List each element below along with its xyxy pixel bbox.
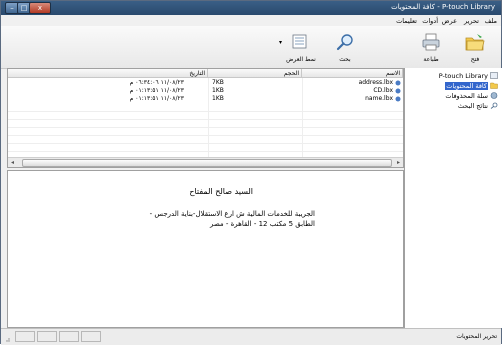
file-size-cell: 1KB [212,95,224,102]
table-row[interactable]: CD.lbx 1KB ١١/٠٨/٢٣ ٠١:١٣:٥١ م [8,87,403,95]
file-size-cell: 1KB [212,87,224,94]
tree-root[interactable]: P-touch Library [439,71,498,80]
file-name-cell: name.lbx [302,95,403,103]
open-folder-icon [465,34,485,51]
column-header-size[interactable]: الحجم [208,69,302,78]
row-divider [8,119,403,120]
file-size-cell: 7KB [212,79,224,86]
file-date-cell: ١١/٠٨/٢٣ ٠١:١٣:٥١ م [129,87,184,94]
tree-item-search-results[interactable]: نتائج البحث [458,101,498,110]
library-tree: P-touch Library كافة المحتويات سلة المحذ… [404,68,502,328]
column-header-date[interactable]: التاريخ [8,69,208,78]
file-name-cell: address.lbx [302,79,403,87]
title-bar[interactable]: – □ x P-touch Library - كافة المحتويات [1,1,501,15]
menu-help[interactable]: تعليمات [396,17,417,25]
file-list: الاسم الحجم التاريخ address.lbx 7KB ١١/٠… [7,68,404,168]
horizontal-scrollbar[interactable]: ◂ ▸ [8,157,403,167]
row-divider [8,111,403,112]
resize-grip-icon[interactable] [4,336,10,342]
close-button[interactable]: x [29,2,51,14]
tree-item-label: سلة المحذوفات [445,91,488,100]
status-cell [15,331,35,342]
status-cell [81,331,101,342]
label-file-icon [395,80,401,85]
menu-tools[interactable]: أدوات [422,17,438,25]
view-style-label: نمط العرض [286,56,316,63]
column-header-name[interactable]: الاسم [302,69,403,78]
file-name: address.lbx [358,79,394,86]
scroll-left-icon[interactable]: ◂ [8,158,17,167]
toolbar: فتح طباعة بحث ▾ نمط العرض [1,26,501,69]
folder-icon [490,82,498,89]
view-style-icon [292,34,307,49]
file-date-cell: ١١/٠٨/٢٣ ٠٦:٣٤:٠٦ م [129,79,184,86]
table-row[interactable]: name.lbx 1KB ١١/٠٨/٢٣ ٠١:١٣:٥١ م [8,95,403,103]
tree-item-label: كافة المحتويات [445,81,488,90]
search-results-icon [490,102,498,109]
scrollbar-thumb[interactable] [22,159,392,167]
row-divider [8,151,403,152]
search-label: بحث [339,56,351,63]
open-label: فتح [470,56,480,63]
search-button[interactable]: بحث [325,30,365,64]
menu-file[interactable]: ملف [485,17,497,25]
status-bar: تحرير المحتويات [1,328,501,345]
label-file-icon [395,96,401,101]
preview-heading: السيد صالح المفتاح [189,187,253,196]
tree-item-recycle-bin[interactable]: سلة المحذوفات [445,91,498,100]
status-cell [37,331,57,342]
menu-edit[interactable]: تحرير [464,17,479,25]
print-label: طباعة [423,56,439,63]
file-date-cell: ١١/٠٨/٢٣ ٠١:١٣:٥١ م [129,95,184,102]
status-text: تحرير المحتويات [456,333,497,340]
file-name: CD.lbx [373,87,394,94]
window-title: P-touch Library - كافة المحتويات [391,3,495,11]
label-preview: السيد صالح المفتاح الجريبة للخدمات المال… [7,170,404,328]
status-cell [59,331,79,342]
row-divider [8,135,403,136]
label-file-icon [395,88,401,93]
open-button[interactable]: فتح [455,30,495,64]
printer-icon [422,33,440,51]
view-style-button[interactable]: ▾ نمط العرض [279,30,323,64]
search-icon [336,34,353,51]
preview-body: الجريبة للخدمات المالية ش ارع الاستقلال-… [149,210,315,228]
row-divider [8,127,403,128]
view-style-dropdown-icon[interactable]: ▾ [279,39,282,46]
table-row[interactable]: address.lbx 7KB ١١/٠٨/٢٣ ٠٦:٣٤:٠٦ م [8,79,403,87]
library-icon [490,72,498,79]
tree-item-label: نتائج البحث [457,101,488,110]
tree-item-all-contents[interactable]: كافة المحتويات [445,81,498,90]
row-divider [8,143,403,144]
recycle-bin-icon [490,92,498,99]
file-name: name.lbx [365,95,394,102]
menu-view[interactable]: عرض [442,17,457,25]
print-button[interactable]: طباعة [411,30,451,64]
file-name-cell: CD.lbx [302,87,403,95]
app-window: – □ x P-touch Library - كافة المحتويات م… [0,0,502,345]
tree-root-label: P-touch Library [438,71,488,80]
scroll-right-icon[interactable]: ▸ [394,158,403,167]
